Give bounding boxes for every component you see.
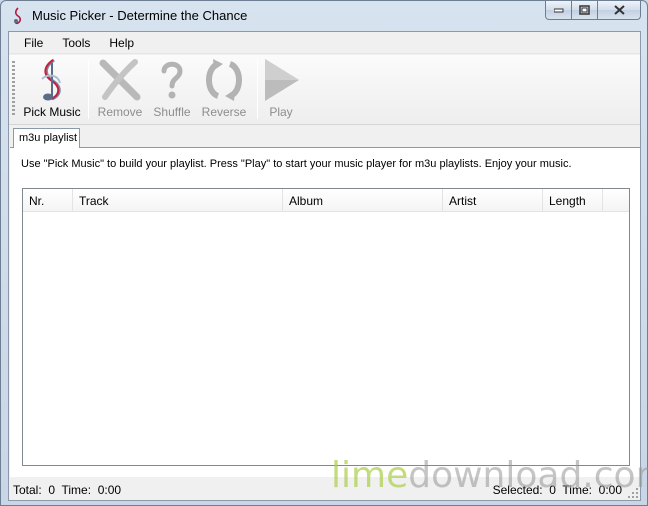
close-button[interactable] xyxy=(598,1,641,20)
menu-bar: File Tools Help xyxy=(9,32,640,54)
column-header-length[interactable]: Length xyxy=(543,189,603,212)
column-header-nr[interactable]: Nr. xyxy=(23,189,73,212)
window-controls xyxy=(545,1,641,20)
music-note-icon xyxy=(41,58,61,101)
toolbar: Pick Music Remove Shuffle Reverse Play xyxy=(9,55,640,125)
tab-m3u-playlist[interactable]: m3u playlist xyxy=(13,128,80,148)
play-label: Play xyxy=(269,105,293,119)
playlist-panel: Use "Pick Music" to build your playlist.… xyxy=(10,147,640,477)
minimize-icon xyxy=(553,8,563,13)
window-title: Music Picker - Determine the Chance xyxy=(32,8,248,23)
column-header-artist[interactable]: Artist xyxy=(443,189,543,212)
remove-button[interactable]: Remove xyxy=(93,57,147,123)
shuffle-button[interactable]: Shuffle xyxy=(147,57,197,123)
pick-music-button[interactable]: Pick Music xyxy=(19,57,85,123)
client-area: File Tools Help Pick Music Remove Shuffl… xyxy=(8,31,641,501)
reverse-button[interactable]: Reverse xyxy=(197,57,251,123)
app-window: Music Picker - Determine the Chance File… xyxy=(0,0,648,506)
playlist-table-header: Nr. Track Album Artist Length xyxy=(23,189,629,212)
menu-help[interactable]: Help xyxy=(99,33,143,53)
status-total: Total: 0 Time: 0:00 xyxy=(13,483,122,497)
reverse-label: Reverse xyxy=(201,105,247,119)
maximize-icon xyxy=(579,5,590,15)
menu-tools[interactable]: Tools xyxy=(52,33,99,53)
remove-label: Remove xyxy=(97,105,143,119)
menu-file[interactable]: File xyxy=(14,33,52,53)
reverse-arrows-icon xyxy=(206,59,242,101)
question-mark-icon xyxy=(161,61,183,99)
minimize-button[interactable] xyxy=(545,1,572,20)
app-icon xyxy=(14,7,22,25)
toolbar-grip[interactable] xyxy=(12,61,15,117)
play-icon xyxy=(265,59,299,101)
toolbar-separator xyxy=(88,59,89,119)
title-bar[interactable]: Music Picker - Determine the Chance xyxy=(1,1,647,31)
column-header-album[interactable]: Album xyxy=(283,189,443,212)
shuffle-label: Shuffle xyxy=(153,105,191,119)
column-header-filler xyxy=(603,189,629,212)
play-button[interactable]: Play xyxy=(261,57,301,123)
maximize-button[interactable] xyxy=(572,1,598,20)
watermark-logo: limedownload.com xyxy=(331,455,648,496)
remove-x-icon xyxy=(99,59,141,101)
close-icon xyxy=(613,5,625,15)
playlist-table[interactable]: Nr. Track Album Artist Length xyxy=(22,188,630,466)
playlist-instructions: Use "Pick Music" to build your playlist.… xyxy=(21,158,572,170)
pick-music-label: Pick Music xyxy=(23,105,81,119)
column-header-track[interactable]: Track xyxy=(73,189,283,212)
